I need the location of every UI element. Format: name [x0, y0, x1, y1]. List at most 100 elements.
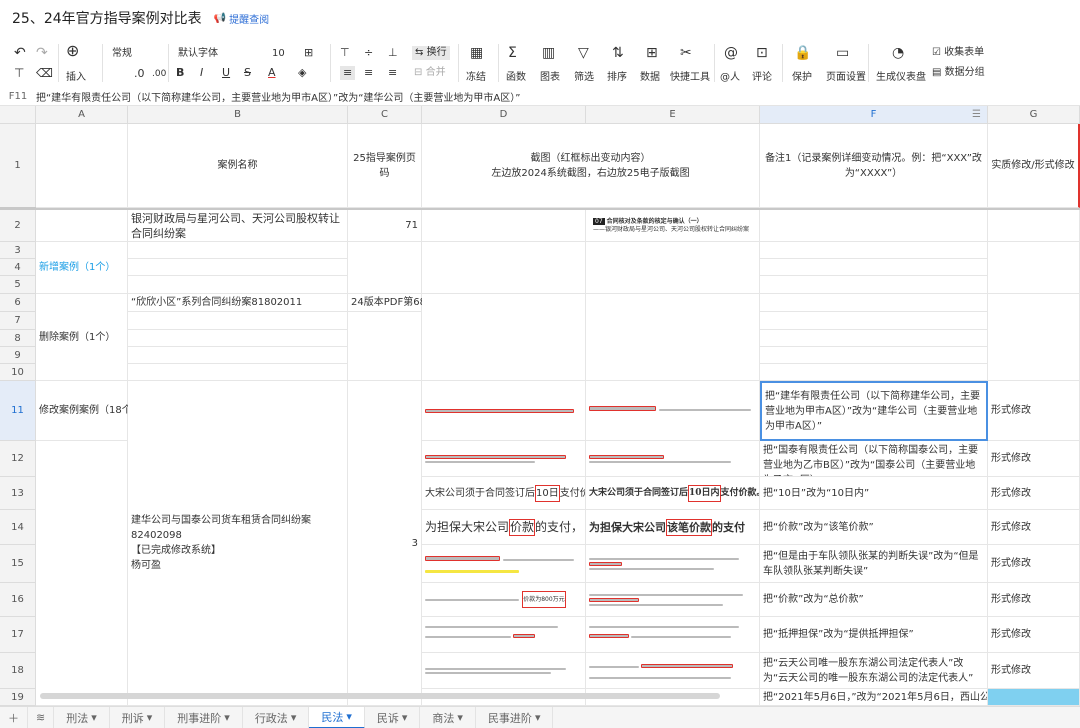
- cell-d13[interactable]: 大宋公司须于合同签订后10日支付价款。: [422, 477, 586, 510]
- cell-e12[interactable]: [586, 441, 760, 477]
- cell-e13[interactable]: 大宋公司须于合同签订后10日内支付价款。: [586, 477, 760, 510]
- bold-button[interactable]: B: [176, 66, 184, 80]
- redo-button[interactable]: ↷: [36, 46, 48, 60]
- chart-icon[interactable]: ▥: [542, 46, 555, 60]
- page-setup-icon[interactable]: ▭: [836, 46, 849, 60]
- cell-b11[interactable]: 建华公司与国泰公司货车租赁合同纠纷案 82402098 【已完成修改系统】 杨可…: [128, 381, 348, 706]
- cell-c6[interactable]: 24版本PDF第68页: [348, 294, 436, 312]
- cell-d16[interactable]: 价款为800万元: [422, 583, 586, 617]
- cell-g6[interactable]: [988, 294, 1080, 381]
- insert-icon[interactable]: ⊕: [66, 43, 79, 59]
- cell-d1[interactable]: 截图（红框标出变动内容） 左边放2024系统截图，右边放25电子版截图: [422, 124, 760, 208]
- dashboard-button[interactable]: 生成仪表盘: [876, 68, 926, 83]
- align-right-icon[interactable]: ≡: [388, 66, 397, 80]
- font-family-select[interactable]: 默认字体: [178, 47, 218, 61]
- fill-color-icon[interactable]: ◈: [298, 66, 306, 80]
- cell-f9[interactable]: [760, 347, 988, 364]
- remind-button[interactable]: 📢 提醒查阅: [214, 11, 269, 26]
- cell-g1[interactable]: 实质修改/形式修改: [988, 124, 1080, 208]
- cell-d18[interactable]: [422, 653, 586, 689]
- cell-f17[interactable]: 把“抵押担保”改为“提供抵押担保”: [760, 617, 988, 653]
- protect-button[interactable]: 保护: [792, 68, 812, 83]
- cell-f3[interactable]: [760, 242, 988, 259]
- cell-e2[interactable]: 07 合同核对及条款的核定与确认（一） ——银河财政局与星河公司、天河公司股权转…: [586, 210, 760, 242]
- cell-b10[interactable]: [128, 364, 348, 381]
- mention-icon[interactable]: @: [724, 46, 738, 60]
- wrap-button[interactable]: ⇆ 换行: [412, 46, 450, 60]
- quick-tools-icon[interactable]: ✂: [680, 46, 692, 60]
- sheet-tab-active[interactable]: 民法 ▾: [309, 706, 365, 728]
- add-sheet-button[interactable]: ＋: [0, 706, 28, 728]
- document-title[interactable]: 25、24年官方指导案例对比表: [12, 8, 202, 28]
- sort-icon[interactable]: ⇅: [612, 46, 624, 60]
- cell-d6[interactable]: [422, 294, 586, 381]
- chevron-down-icon[interactable]: ▾: [291, 711, 297, 724]
- cell-f19[interactable]: 把“2021年5月6日，”改为“2021年5月6日，西山公司: [760, 689, 988, 706]
- row-header[interactable]: 7: [0, 312, 36, 330]
- format-painter-icon[interactable]: ⊤: [14, 66, 24, 80]
- collect-form-button[interactable]: ☑ 收集表单: [932, 46, 984, 60]
- sheet-tab[interactable]: 民事进阶 ▾: [476, 706, 554, 728]
- cell-f15[interactable]: 把“但是由于车队领队张某的判断失误”改为“但是车队领队张某判断失误”: [760, 545, 988, 583]
- cell-e15[interactable]: [586, 545, 760, 583]
- filter-icon[interactable]: ▽: [578, 46, 589, 60]
- cell-e6[interactable]: [586, 294, 760, 381]
- quick-tools-button[interactable]: 快捷工具: [670, 68, 710, 83]
- cell-e11[interactable]: [586, 381, 760, 441]
- strikethrough-button[interactable]: S: [244, 66, 251, 80]
- align-left-icon[interactable]: ≡: [340, 66, 356, 80]
- filter-button[interactable]: 筛选: [574, 68, 594, 83]
- comment-button[interactable]: 评论: [752, 68, 772, 83]
- align-middle-icon[interactable]: ÷: [364, 46, 373, 60]
- sheet-tab[interactable]: 民诉 ▾: [365, 706, 421, 728]
- cell-g16[interactable]: 形式修改: [988, 583, 1080, 617]
- cell-b8[interactable]: [128, 330, 348, 347]
- cell-d17[interactable]: [422, 617, 586, 653]
- column-header[interactable]: F ☰: [760, 106, 988, 124]
- dashboard-icon[interactable]: ◔: [892, 46, 904, 60]
- row-header[interactable]: 15: [0, 545, 36, 583]
- sheet-list-button[interactable]: ≋: [28, 706, 55, 728]
- row-header[interactable]: 3: [0, 242, 36, 259]
- cell-f5[interactable]: [760, 276, 988, 294]
- sheet-tab[interactable]: 刑诉 ▾: [110, 706, 166, 728]
- cell-b4[interactable]: [128, 259, 348, 276]
- cell-e14[interactable]: 为担保大宋公司 该笔价款 的支付: [586, 510, 760, 545]
- cell-c3[interactable]: [348, 242, 422, 294]
- chevron-down-icon[interactable]: ▾: [147, 711, 153, 724]
- column-header[interactable]: E: [586, 106, 760, 124]
- chevron-down-icon[interactable]: ▾: [224, 711, 230, 724]
- cell-f11[interactable]: 把“建华有限责任公司（以下简称建华公司，主要营业地为甲市A区）”改为“建华公司（…: [760, 381, 988, 441]
- row-header[interactable]: 19: [0, 689, 36, 706]
- cell-d3[interactable]: [422, 242, 586, 294]
- mention-button[interactable]: @人: [720, 68, 740, 83]
- column-header[interactable]: A: [36, 106, 128, 124]
- font-color-button[interactable]: A: [268, 66, 276, 80]
- row-header[interactable]: 8: [0, 330, 36, 347]
- cell-g19[interactable]: [988, 689, 1080, 706]
- cell-g3[interactable]: [988, 242, 1080, 294]
- cell-f7[interactable]: [760, 312, 988, 330]
- row-header[interactable]: 11: [0, 381, 36, 441]
- row-header[interactable]: 1: [0, 124, 36, 208]
- cell-f1[interactable]: 备注1（记录案例详细变动情况。例：把“XXX”改为“XXXX”）: [760, 124, 988, 208]
- cell-f13[interactable]: 把“10日”改为“10日内”: [760, 477, 988, 510]
- number-format-select[interactable]: 常规: [112, 47, 132, 61]
- cell-b2[interactable]: 银河财政局与星河公司、天河公司股权转让合同纠纷案: [128, 210, 348, 242]
- column-header[interactable]: C: [348, 106, 422, 124]
- cell-e16[interactable]: [586, 583, 760, 617]
- sort-button[interactable]: 排序: [607, 68, 627, 83]
- cell-f10[interactable]: [760, 364, 988, 381]
- sheet-tab[interactable]: 刑法 ▾: [54, 706, 110, 728]
- freeze-button[interactable]: 冻结: [466, 68, 486, 83]
- sheet-tab[interactable]: 行政法 ▾: [243, 706, 310, 728]
- cell-a8[interactable]: 删除案例（1个）: [36, 294, 128, 381]
- horizontal-scrollbar[interactable]: [40, 693, 720, 699]
- column-header[interactable]: B: [128, 106, 348, 124]
- cell-a1[interactable]: [36, 124, 128, 208]
- cell-g13[interactable]: 形式修改: [988, 477, 1080, 510]
- cell-b5[interactable]: [128, 276, 348, 294]
- cell-f16[interactable]: 把“价款”改为“总价款”: [760, 583, 988, 617]
- cell-b3[interactable]: [128, 242, 348, 259]
- cell-b7[interactable]: [128, 312, 348, 330]
